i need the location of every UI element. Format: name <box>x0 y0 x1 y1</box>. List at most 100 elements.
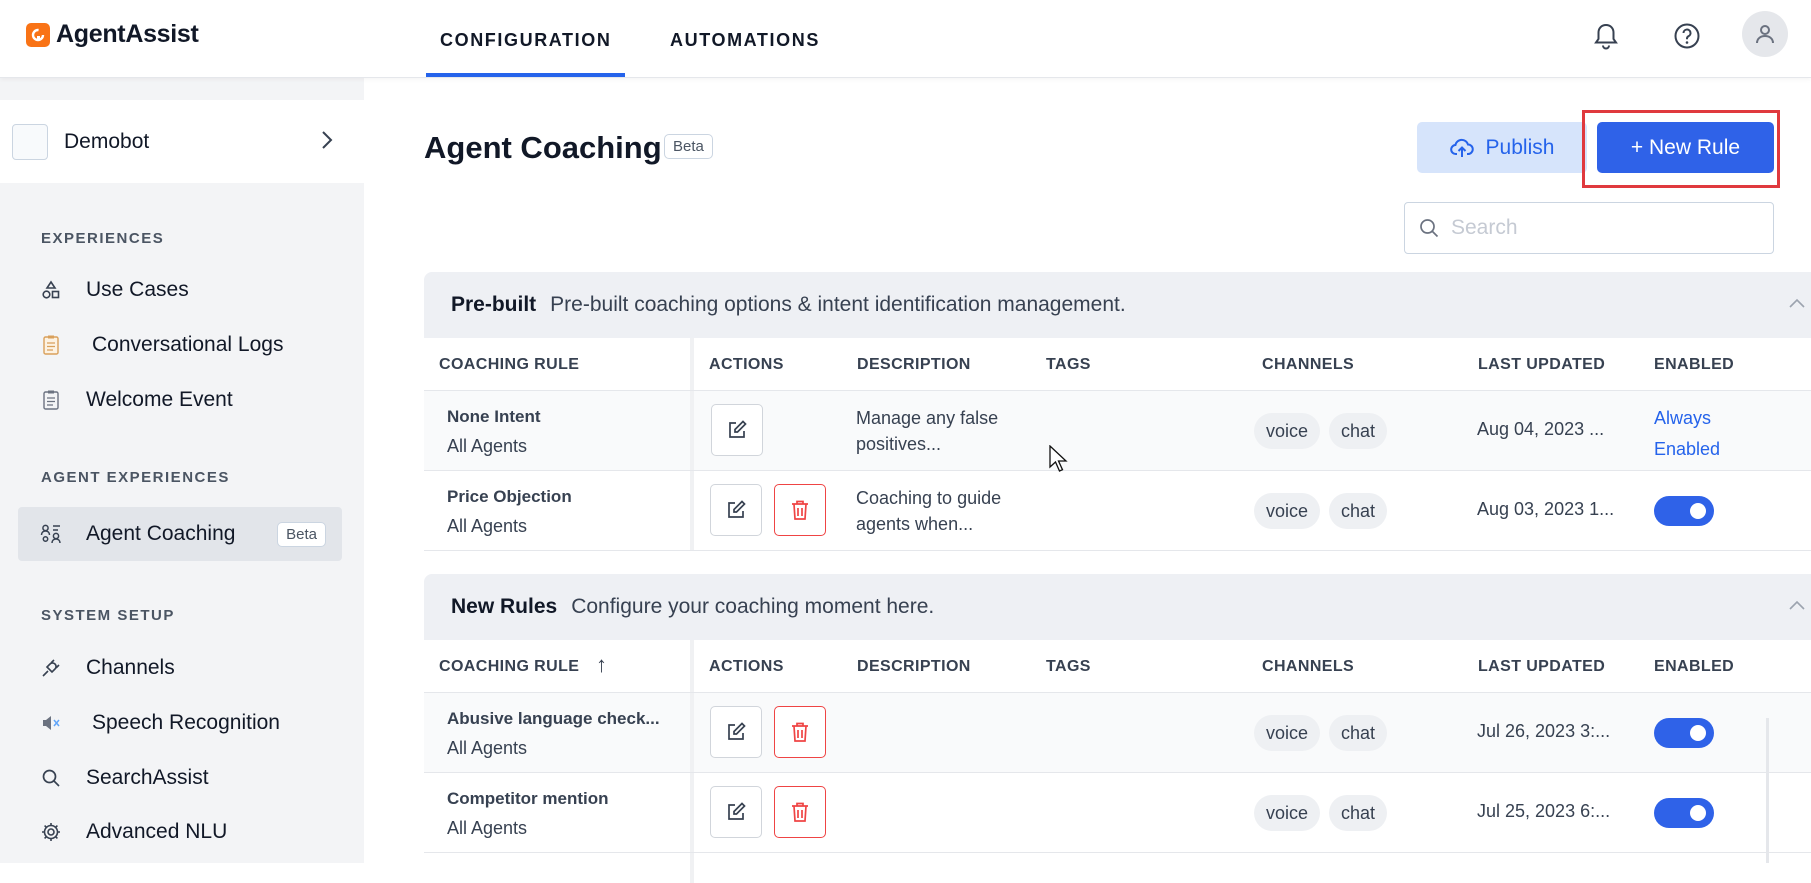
col-enabled: ENABLED <box>1654 658 1735 675</box>
group-description: Configure your coaching moment here. <box>571 595 935 618</box>
sidebar-item-welcome-event[interactable]: Welcome Event <box>18 373 342 427</box>
channel-chip: chat <box>1329 413 1388 449</box>
rule-description: Coaching to guide agents when... <box>856 488 1002 534</box>
rule-name[interactable]: Abusive language check... <box>447 709 660 729</box>
table-row[interactable]: Abusive language check... All Agents voi… <box>424 693 1811 773</box>
page-title: Agent Coaching <box>424 130 662 165</box>
sidebar-item-channels[interactable]: Channels <box>18 641 342 695</box>
sticky-column <box>424 471 694 550</box>
rule-name[interactable]: Price Objection <box>447 487 572 507</box>
rule-agents: All Agents <box>447 436 528 456</box>
sidebar-item-label: Conversational Logs <box>92 333 284 356</box>
chevron-up-icon[interactable] <box>1788 296 1806 314</box>
last-updated: Jul 26, 2023 3:... <box>1477 721 1611 741</box>
col-channels: CHANNELS <box>1262 356 1355 373</box>
group-header[interactable]: New Rules Configure your coaching moment… <box>424 574 1811 640</box>
group-header[interactable]: Pre-built Pre-built coaching options & i… <box>424 272 1811 338</box>
rule-description: Manage any false positives... <box>856 408 999 454</box>
rule-name[interactable]: None Intent <box>447 407 541 427</box>
tab-configuration[interactable]: CONFIGURATION <box>440 30 611 51</box>
group-prebuilt: Pre-built Pre-built coaching options & i… <box>424 272 1811 551</box>
help-icon[interactable] <box>1665 14 1709 58</box>
last-updated: Jul 25, 2023 6:... <box>1477 801 1611 821</box>
sticky-column <box>424 391 694 470</box>
edit-button[interactable] <box>711 404 763 456</box>
tab-automations[interactable]: AUTOMATIONS <box>670 30 820 51</box>
sidebar-item-conversational-logs[interactable]: Conversational Logs <box>18 318 342 372</box>
sidebar-item-speech-recognition[interactable]: Speech Recognition <box>18 696 342 750</box>
sidebar-item-label: Agent Coaching <box>86 522 236 545</box>
chevron-up-icon[interactable] <box>1788 598 1806 616</box>
col-enabled: ENABLED <box>1654 356 1735 373</box>
logo-icon <box>26 22 50 47</box>
sort-arrow-up-icon[interactable]: ↑ <box>596 652 607 678</box>
enabled-toggle[interactable] <box>1654 718 1714 748</box>
last-updated: Aug 04, 2023 ... <box>1477 419 1605 439</box>
always-enabled-label: Always Enabled <box>1654 408 1721 459</box>
enabled-toggle[interactable] <box>1654 798 1714 828</box>
user-avatar-icon[interactable] <box>1742 11 1788 57</box>
rule-name[interactable]: Competitor mention <box>447 789 609 809</box>
group-name: New Rules <box>451 595 558 618</box>
cloud-upload-icon <box>1449 138 1474 157</box>
mouse-cursor-icon <box>1049 444 1069 478</box>
delete-button[interactable] <box>774 786 826 838</box>
app-name: AgentAssist <box>56 20 199 48</box>
sidebar-item-advanced-nlu[interactable]: Advanced NLU <box>18 805 342 859</box>
sidebar-item-use-cases[interactable]: Use Cases <box>18 263 342 317</box>
edit-button[interactable] <box>710 484 762 536</box>
col-description: DESCRIPTION <box>857 658 971 675</box>
rule-agents: All Agents <box>447 818 528 838</box>
table-header: COACHING RULE ACTIONS DESCRIPTION TAGS C… <box>424 338 1811 391</box>
table-row[interactable]: None Intent All Agents Manage any false … <box>424 391 1811 471</box>
channel-chip: voice <box>1254 715 1321 751</box>
app-logo[interactable]: AgentAssist <box>26 20 199 49</box>
trash-icon <box>792 500 808 520</box>
chevron-right-icon <box>320 128 334 157</box>
channel-chip: chat <box>1329 795 1388 831</box>
gear-icon <box>40 821 62 843</box>
scrollbar[interactable] <box>1766 718 1769 863</box>
col-coaching-rule[interactable]: COACHING RULE <box>439 356 579 374</box>
search-box[interactable] <box>1404 202 1774 254</box>
group-description: Pre-built coaching options & intent iden… <box>550 293 1126 316</box>
publish-label: Publish <box>1485 135 1555 159</box>
channel-chip: voice <box>1254 795 1321 831</box>
shapes-icon <box>40 279 62 301</box>
sidebar-item-agent-coaching[interactable]: Agent Coaching Beta <box>18 507 342 561</box>
speaker-icon <box>40 712 62 734</box>
table-row[interactable]: Competitor mention All Agents voice chat… <box>424 773 1811 853</box>
delete-button[interactable] <box>774 706 826 758</box>
edit-button[interactable] <box>710 706 762 758</box>
bot-image-icon <box>12 123 48 160</box>
bell-icon[interactable] <box>1584 14 1628 58</box>
col-actions: ACTIONS <box>709 658 784 675</box>
edit-button[interactable] <box>710 786 762 838</box>
table-row[interactable]: Price Objection All Agents Coaching to g… <box>424 471 1811 551</box>
search-input[interactable] <box>1451 216 1751 240</box>
bot-selector[interactable]: Demobot <box>0 100 364 183</box>
highlight-box <box>1582 110 1780 188</box>
sidebar-item-searchassist[interactable]: SearchAssist <box>18 751 342 805</box>
col-last-updated[interactable]: LAST UPDATED <box>1478 356 1605 374</box>
col-tags: TAGS <box>1046 356 1091 373</box>
channel-chip: chat <box>1329 715 1388 751</box>
table-row[interactable] <box>424 853 1811 883</box>
last-updated: Aug 03, 2023 1... <box>1477 499 1615 519</box>
col-coaching-rule[interactable]: COACHING RULE <box>439 658 579 676</box>
trash-icon <box>792 722 808 742</box>
sidebar-item-label: Welcome Event <box>86 388 233 411</box>
col-last-updated[interactable]: LAST UPDATED <box>1478 658 1605 676</box>
beta-badge: Beta <box>277 521 326 547</box>
enabled-toggle[interactable] <box>1654 496 1714 526</box>
coaching-icon <box>40 523 62 545</box>
checklist-icon <box>40 389 62 411</box>
sidebar-item-label: Speech Recognition <box>92 711 280 734</box>
top-bar: AgentAssist CONFIGURATION AUTOMATIONS <box>0 0 1811 78</box>
clipboard-icon <box>40 334 62 356</box>
publish-button[interactable]: Publish <box>1417 122 1587 173</box>
search-icon <box>40 767 62 789</box>
delete-button[interactable] <box>774 484 826 536</box>
sidebar-item-label: Channels <box>86 656 175 679</box>
group-new-rules: New Rules Configure your coaching moment… <box>424 574 1811 883</box>
